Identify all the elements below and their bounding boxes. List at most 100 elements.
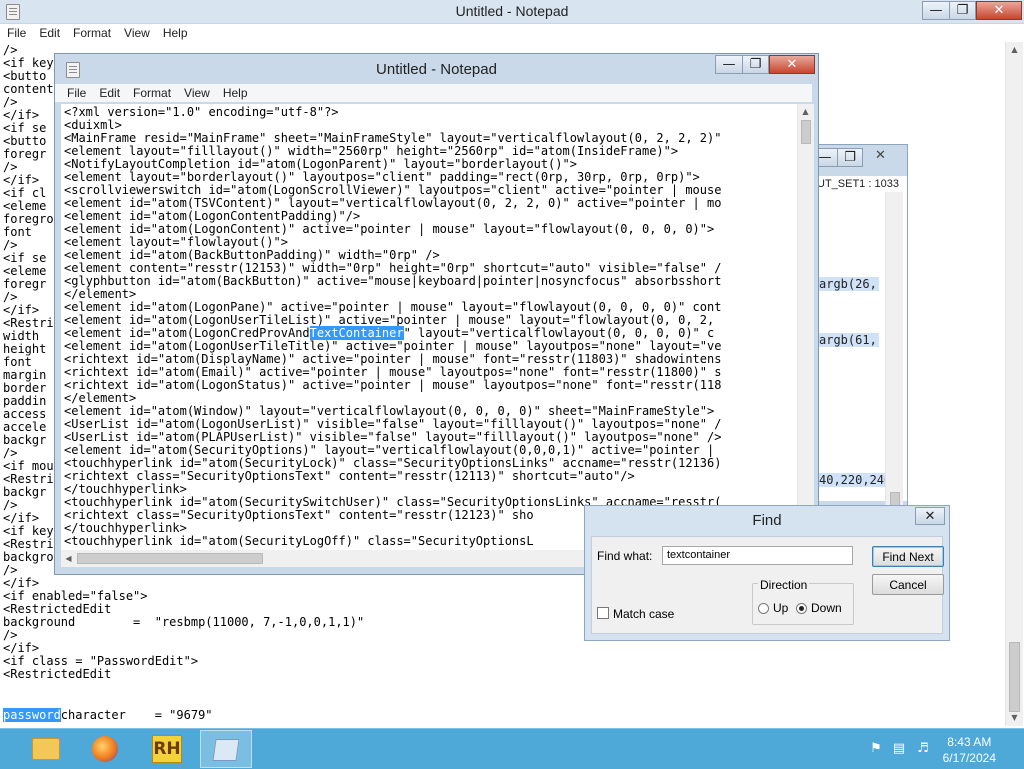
find-dialog-body: Find what: textcontainer Find Next Cance… (591, 536, 944, 634)
direction-up-label[interactable]: Up (773, 601, 788, 615)
rh-app-button[interactable]: RH (140, 730, 192, 768)
bg-vertical-scrollbar[interactable]: ▲ ▼ (1005, 42, 1023, 726)
volume-icon[interactable]: ♬ (915, 741, 931, 757)
front-text-line-content: <element id="atom(BackButtonPadding)" wi… (64, 248, 440, 262)
front-text-line-content: <element layout="filllayout()" width="25… (64, 144, 679, 158)
front-text-line-content: <element id="atom(LogonContentPadding)"/… (64, 209, 361, 223)
mid-highlight-1: argb(26, (817, 277, 879, 291)
front-hscroll-thumb[interactable] (77, 553, 263, 564)
mid-close-icon[interactable]: ✕ (875, 148, 886, 163)
front-text-line-content: <element id="atom(Window)" layout="verti… (64, 404, 715, 418)
menu-file[interactable]: File (7, 26, 26, 40)
notepad-taskbar-button[interactable] (200, 730, 252, 768)
front-text-line-content: <element layout="borderlayout()" layoutp… (64, 170, 700, 184)
scroll-up-arrow[interactable]: ▲ (1007, 42, 1022, 57)
file-explorer-icon (32, 738, 60, 760)
front-menu-format[interactable]: Format (133, 86, 171, 100)
selected-line-rest: " layout="verticalflowlayout(0, 0, 0, 0)… (403, 326, 715, 340)
front-window-title: Untitled - Notepad (376, 61, 497, 78)
clock[interactable]: 8:43 AM 6/17/2024 (943, 734, 996, 766)
taskbar: RH ⚑ ▤ ♬ 8:43 AM 6/17/2024 (0, 728, 1024, 769)
match-case-label[interactable]: Match case (613, 607, 674, 621)
selected-text: password (3, 708, 61, 722)
front-text-line-content: <element content="resstr(12153)" width="… (64, 261, 722, 275)
direction-label: Direction (758, 578, 810, 592)
menu-format[interactable]: Format (73, 26, 111, 40)
front-text-line-content: <element id="atom(LogonUserTileList)" ac… (64, 313, 715, 327)
bg-title-bar: Untitled - Notepad — ❐ ✕ (0, 0, 1024, 24)
front-text-line-content: <richtext id="atom(Email)" active="point… (64, 365, 722, 379)
front-text-line-content: <element id="atom(LogonCredProvAnd (64, 326, 310, 340)
front-menu-edit[interactable]: Edit (99, 86, 120, 100)
bg-text-line: <if class = "PasswordEdit"> (3, 654, 199, 668)
front-text-line-content: <element id="atom(LogonContent)" active=… (64, 222, 715, 236)
front-text-line-content: <NotifyLayoutCompletion id="atom(LogonPa… (64, 157, 577, 171)
find-dialog: Find ✕ Find what: textcontainer Find Nex… (584, 505, 950, 641)
bg-window-title: Untitled - Notepad (455, 3, 569, 19)
rh-app-icon: RH (152, 735, 182, 763)
front-text-lines: <?xml version="1.0" encoding="utf-8"?> <d… (64, 106, 721, 548)
front-text-line-content: <richtext class="SecurityOptionsText" co… (64, 508, 534, 522)
front-text-line-content: </element> (64, 287, 137, 301)
front-menu-file[interactable]: File (67, 86, 86, 100)
front-text-line-content: </touchhyperlink> (64, 521, 187, 535)
front-notepad-window: Untitled - Notepad — ❐ ✕ File Edit Format V… (54, 53, 819, 575)
front-text-line-content: <element id="atom(SecurityOptions)" layo… (64, 443, 722, 457)
front-text-area[interactable]: <?xml version="1.0" encoding="utf-8"?> <d… (61, 104, 797, 550)
front-text-line: <glyphbutton id="atom(BackButton)" activ… (64, 275, 721, 288)
action-center-icon[interactable]: ⚑ (868, 741, 884, 757)
find-what-input[interactable]: textcontainer (662, 546, 853, 565)
front-text-line-content: <richtext id="atom(LogonStatus)" active=… (64, 378, 722, 392)
front-text-line-content: <touchhyperlink id="atom(SecurityLogOff)… (64, 534, 534, 548)
front-maximize-button[interactable]: ❐ (742, 55, 769, 74)
front-text-line-content: <element id="atom(LogonUserTileTitle)" a… (64, 339, 722, 353)
mid-vertical-scrollbar[interactable] (885, 192, 903, 510)
front-minimize-button[interactable]: — (715, 55, 743, 74)
firefox-button[interactable] (80, 730, 132, 768)
front-text-line-content: <UserList id="atom(PLAPUserList)" visibl… (64, 430, 722, 444)
notepad-taskbar-icon (212, 739, 240, 761)
bg-menu-bar: File Edit Format View Help (7, 26, 201, 40)
minimize-button[interactable]: — (922, 1, 950, 20)
network-icon[interactable]: ▤ (891, 741, 907, 757)
direction-down-label[interactable]: Down (811, 601, 842, 615)
maximize-button[interactable]: ❐ (949, 1, 976, 20)
direction-down-radio[interactable] (796, 603, 807, 614)
front-text-line-content: <duixml> (64, 118, 122, 132)
front-text-line-content: </element> (64, 391, 137, 405)
front-scroll-thumb[interactable] (801, 120, 811, 144)
found-text-selection: TextContainer (309, 326, 404, 340)
last-line-rest: character = "9679" (60, 708, 213, 722)
front-menu-view[interactable]: View (184, 86, 210, 100)
direction-up-radio[interactable] (758, 603, 769, 614)
middle-window: — ❐ ✕ UT_SET1 : 1033 argb(26, argb(61, 4… (808, 144, 908, 514)
front-close-button[interactable]: ✕ (769, 55, 815, 74)
find-what-label: Find what: (597, 549, 653, 563)
find-close-button[interactable]: ✕ (915, 507, 945, 525)
mid-status-text: UT_SET1 : 1033 (817, 178, 899, 190)
scroll-left-arrow[interactable]: ◀ (61, 551, 76, 566)
mid-scroll-thumb[interactable] (890, 492, 900, 506)
front-vertical-scrollbar[interactable]: ▲ (797, 104, 814, 550)
scroll-down-arrow[interactable]: ▼ (1007, 710, 1022, 725)
menu-help[interactable]: Help (163, 26, 188, 40)
scroll-thumb[interactable] (1009, 642, 1020, 712)
firefox-icon (92, 736, 118, 762)
file-explorer-button[interactable] (20, 730, 72, 768)
front-scroll-up-arrow[interactable]: ▲ (798, 104, 813, 119)
front-text-line-content: <element id="atom(TSVContent)" layout="v… (64, 196, 722, 210)
front-text-line-content: <touchhyperlink id="atom(SecurityLock)" … (64, 456, 722, 470)
bg-text-line: <RestrictedEdit (3, 667, 112, 681)
clock-date: 6/17/2024 (942, 751, 996, 765)
front-text-line-content: <richtext class="SecurityOptionsText" co… (64, 469, 635, 483)
menu-view[interactable]: View (124, 26, 150, 40)
front-menu-help[interactable]: Help (223, 86, 248, 100)
cancel-button[interactable]: Cancel (872, 574, 944, 595)
clock-time: 8:43 AM (947, 735, 992, 749)
bg-last-line: passwordcharacter = "9679" (3, 708, 213, 722)
close-button[interactable]: ✕ (976, 1, 1022, 20)
menu-edit[interactable]: Edit (39, 26, 60, 40)
match-case-checkbox[interactable] (597, 607, 609, 619)
find-next-button[interactable]: Find Next (872, 546, 944, 567)
mid-maximize-button[interactable]: ❐ (837, 148, 863, 167)
